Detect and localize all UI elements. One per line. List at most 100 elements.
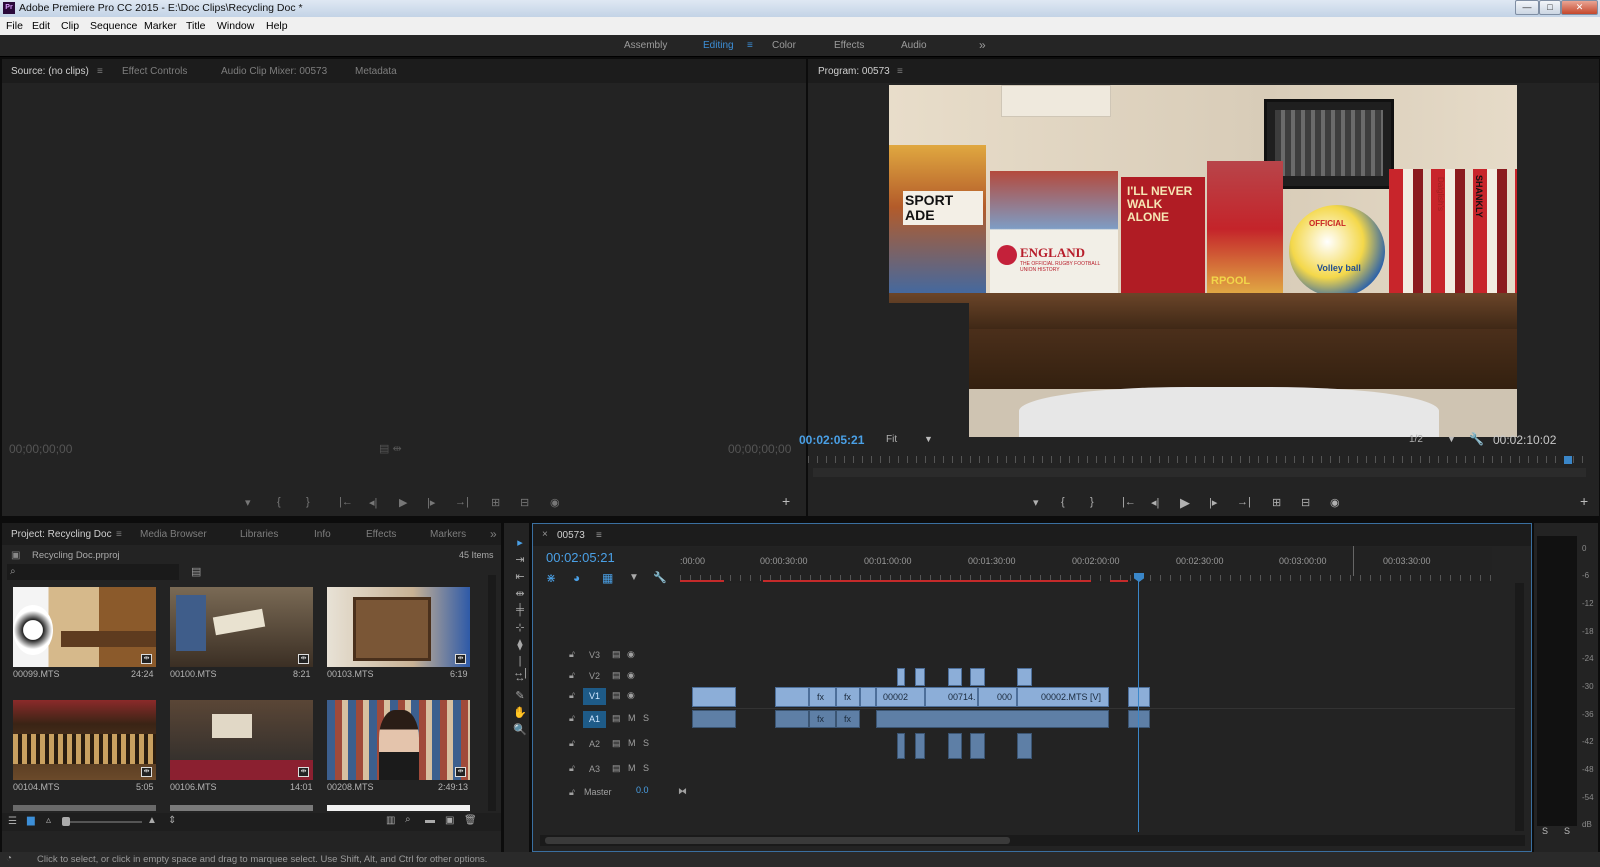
eye-icon[interactable]: ◉ bbox=[627, 670, 635, 681]
solo-button[interactable]: S bbox=[643, 763, 649, 773]
workspace-overflow-icon[interactable]: » bbox=[979, 38, 986, 52]
program-extract-button[interactable]: ⊟ bbox=[1301, 496, 1310, 509]
selection-tool-icon[interactable]: ▸ bbox=[513, 536, 527, 550]
nest-icon[interactable]: ▦ bbox=[602, 571, 613, 585]
new-bin-icon[interactable]: ▬ bbox=[425, 815, 435, 826]
clip-thumbnail-00099[interactable] bbox=[13, 587, 156, 667]
clip-thumbnail-partial[interactable] bbox=[170, 805, 313, 811]
automate-to-sequence-icon[interactable]: ▥ bbox=[386, 815, 395, 826]
timeline-clip-v1[interactable]: 00002.MTS [V] bbox=[1017, 687, 1109, 707]
clip-thumbnail-partial[interactable] bbox=[327, 805, 470, 811]
timeline-clip-v2[interactable] bbox=[915, 668, 925, 686]
lock-icon[interactable]: 🔓︎ bbox=[569, 738, 575, 749]
toggle-sync-icon[interactable]: ▤ bbox=[612, 738, 621, 749]
menu-file[interactable]: File bbox=[6, 20, 23, 32]
timeline-horizontal-scrollbar[interactable] bbox=[540, 835, 1525, 846]
timeline-clip-a1[interactable] bbox=[775, 710, 809, 728]
source-go-out-button[interactable]: →| bbox=[455, 496, 469, 508]
program-marker-button[interactable]: ▾ bbox=[1033, 496, 1039, 509]
program-play-button[interactable]: ▶ bbox=[1180, 495, 1190, 511]
lock-icon[interactable]: 🔓︎ bbox=[569, 670, 575, 681]
sort-icon[interactable]: ⇕ bbox=[168, 815, 176, 826]
timeline-clip-v1[interactable]: 000 bbox=[978, 687, 1017, 707]
solo-button[interactable]: S bbox=[643, 713, 649, 723]
program-export-frame-button[interactable]: ◉ bbox=[1330, 496, 1340, 509]
solo-button[interactable]: S bbox=[643, 738, 649, 748]
lock-icon[interactable]: 🔓︎ bbox=[569, 690, 575, 701]
icon-view-icon[interactable]: ▆ bbox=[27, 815, 35, 826]
clip-thumbnail-00104[interactable] bbox=[13, 700, 156, 780]
timeline-vertical-scrollbar[interactable] bbox=[1515, 583, 1524, 831]
source-go-in-button[interactable]: |← bbox=[339, 496, 353, 508]
timeline-clip-v1[interactable] bbox=[860, 687, 876, 707]
track-label-a2[interactable]: A2 bbox=[583, 736, 606, 753]
lock-icon[interactable]: 🔓︎ bbox=[569, 763, 575, 774]
track-label-a1[interactable]: A1 bbox=[583, 711, 606, 728]
source-export-frame-button[interactable]: ◉ bbox=[550, 496, 560, 509]
menu-sequence[interactable]: Sequence bbox=[90, 20, 137, 32]
menu-title[interactable]: Title bbox=[186, 20, 205, 32]
program-mark-out-button[interactable]: } bbox=[1090, 496, 1094, 508]
mute-button[interactable]: M bbox=[628, 738, 636, 748]
timeline-scroll-thumb[interactable] bbox=[545, 837, 1010, 844]
fit-dropdown-chevron-icon[interactable]: ▼ bbox=[924, 434, 933, 444]
zoom-slider[interactable] bbox=[62, 821, 142, 823]
timeline-clip-v2[interactable] bbox=[897, 668, 905, 686]
timeline-clip-a1[interactable] bbox=[876, 710, 1109, 728]
timeline-settings-wrench-icon[interactable]: 🔧 bbox=[653, 571, 667, 584]
source-mark-out-button[interactable]: } bbox=[306, 496, 310, 508]
menu-clip[interactable]: Clip bbox=[61, 20, 79, 32]
mute-button[interactable]: M bbox=[628, 763, 636, 773]
new-bin-icon[interactable]: ▤ bbox=[191, 565, 201, 578]
lock-icon[interactable]: 🔓︎ bbox=[569, 787, 575, 798]
slide-tool-icon[interactable]: |↔| bbox=[513, 655, 527, 679]
hand-tool-icon[interactable]: ✎ bbox=[513, 689, 527, 703]
tab-markers[interactable]: Markers bbox=[430, 529, 466, 540]
source-step-back-button[interactable]: ◂| bbox=[369, 496, 377, 509]
timeline-clip-v2[interactable] bbox=[1017, 668, 1032, 686]
timeline-clip-a2[interactable] bbox=[915, 733, 925, 759]
rate-stretch-tool-icon[interactable]: ╪ bbox=[513, 604, 527, 618]
close-window-button[interactable]: ✕ bbox=[1561, 0, 1598, 15]
ripple-edit-tool-icon[interactable]: ⇤ bbox=[513, 570, 527, 584]
toggle-sync-icon[interactable]: ▤ bbox=[612, 690, 621, 701]
tab-info[interactable]: Info bbox=[314, 529, 331, 540]
freeform-view-icon[interactable]: ▵ bbox=[46, 815, 51, 826]
source-add-button[interactable]: + bbox=[782, 493, 790, 509]
maximize-button[interactable]: □ bbox=[1539, 0, 1561, 15]
program-go-out-button[interactable]: →| bbox=[1237, 496, 1251, 508]
project-menu-icon[interactable]: ≡ bbox=[116, 529, 122, 540]
lock-icon[interactable]: 🔓︎ bbox=[569, 649, 575, 660]
razor-tool-icon[interactable]: ⊹ bbox=[513, 621, 527, 635]
rolling-edit-tool-icon[interactable]: ⇹ bbox=[513, 587, 527, 601]
timeline-clip-a2[interactable] bbox=[970, 733, 985, 759]
master-volume-value[interactable]: 0.0 bbox=[636, 785, 649, 795]
tab-media-browser[interactable]: Media Browser bbox=[140, 529, 207, 540]
timeline-clip-a2[interactable] bbox=[1017, 733, 1032, 759]
program-go-in-button[interactable]: |← bbox=[1122, 496, 1136, 508]
program-timecode[interactable]: 00:02:05:21 bbox=[799, 433, 864, 447]
program-mark-in-button[interactable]: { bbox=[1061, 496, 1065, 508]
timeline-clip-v1[interactable]: 00714. bbox=[925, 687, 978, 707]
wrench-icon[interactable]: 🔧 bbox=[1469, 432, 1484, 446]
timeline-clip-a1[interactable]: fx bbox=[809, 710, 836, 728]
pen-tool-alt-icon[interactable]: ✋ bbox=[513, 706, 527, 720]
find-icon[interactable]: ⌕ bbox=[405, 814, 411, 825]
clip-thumbnail-partial[interactable] bbox=[13, 805, 156, 811]
clip-thumbnail-00100[interactable] bbox=[170, 587, 313, 667]
project-scrollbar[interactable] bbox=[488, 575, 496, 811]
workspace-editing[interactable]: Editing bbox=[703, 40, 734, 51]
program-menu-icon[interactable]: ≡ bbox=[897, 66, 903, 77]
source-overwrite-button[interactable]: ⊟ bbox=[520, 496, 529, 509]
linked-selection-icon[interactable]: ◕ bbox=[573, 571, 580, 585]
tab-sequence-00573[interactable]: 00573 bbox=[557, 530, 585, 541]
eye-icon[interactable]: ◉ bbox=[627, 690, 635, 701]
timeline-clip-a1[interactable]: fx bbox=[836, 710, 860, 728]
trash-icon[interactable]: 🗑 bbox=[464, 815, 477, 826]
program-step-back-button[interactable]: ◂| bbox=[1151, 496, 1159, 509]
menu-marker[interactable]: Marker bbox=[144, 20, 177, 32]
track-select-tool-icon[interactable]: ⇥ bbox=[513, 553, 527, 567]
snap-icon[interactable]: ⋇ bbox=[546, 571, 556, 585]
toggle-sync-icon[interactable]: ▤ bbox=[612, 670, 621, 681]
timeline-clip-v1[interactable] bbox=[775, 687, 809, 707]
